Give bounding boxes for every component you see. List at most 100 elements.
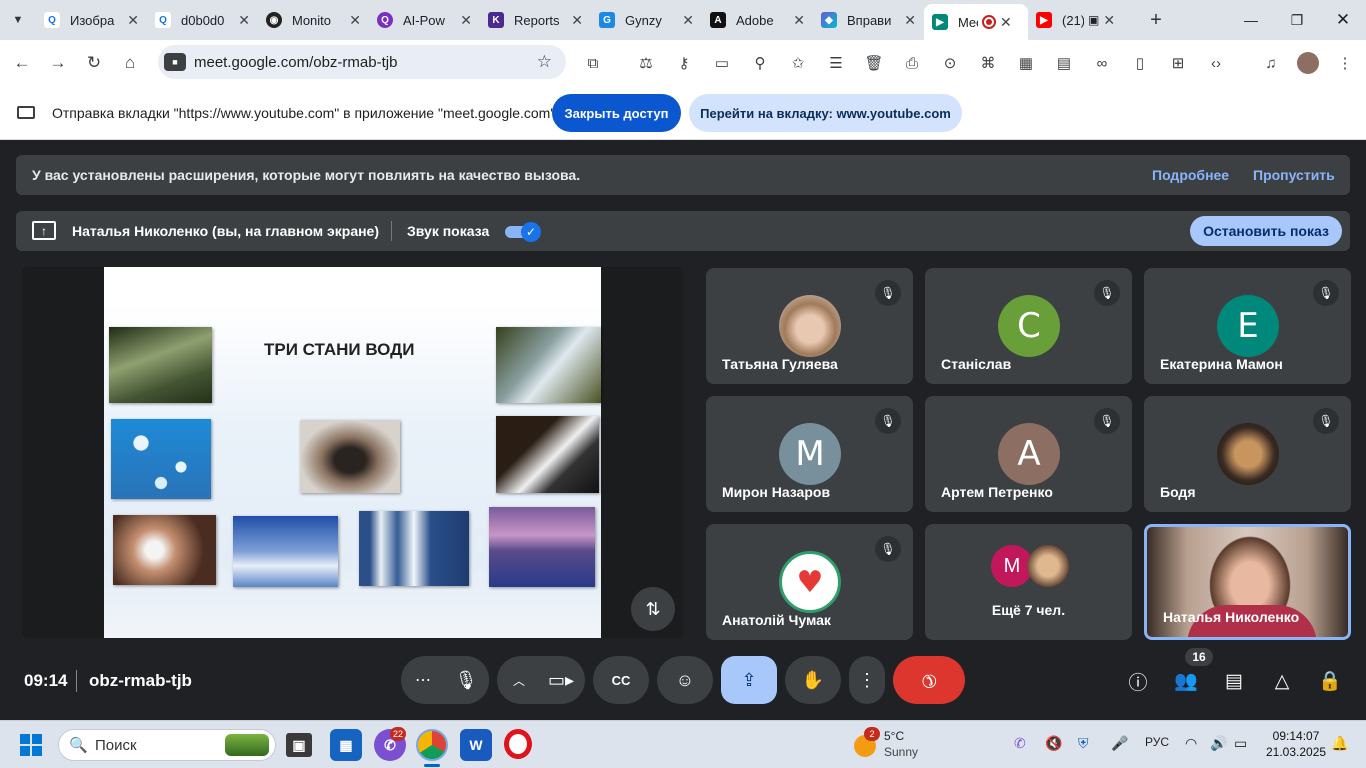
browser-tab-active[interactable]: ▶ Mee ✕	[924, 4, 1028, 40]
microphone-icon[interactable]: 🎙	[443, 656, 489, 704]
opera-icon[interactable]	[504, 729, 532, 759]
link-icon[interactable]: ∞	[1087, 40, 1117, 86]
favorites-icon[interactable]: ✩	[783, 40, 813, 86]
close-icon[interactable]: ✕	[682, 12, 694, 29]
close-icon[interactable]: ✕	[127, 12, 139, 29]
self-video-tile[interactable]: Наталья Николенко	[1144, 524, 1351, 640]
close-icon[interactable]: ✕	[349, 12, 361, 29]
key-icon[interactable]: ⚷	[669, 40, 699, 86]
card-icon[interactable]: ▭	[707, 40, 737, 86]
go-to-tab-button[interactable]: Перейти на вкладку: www.youtube.com	[689, 94, 962, 132]
location-icon[interactable]: ⚲	[745, 40, 775, 86]
raise-hand-button[interactable]: ✋	[785, 656, 841, 704]
screenshot-icon[interactable]: ⊙	[935, 40, 965, 86]
table-icon[interactable]: ⊞	[1163, 40, 1193, 86]
people-icon[interactable]: 👥	[1171, 666, 1201, 696]
share-audio-toggle[interactable]: ✓	[505, 222, 541, 242]
menu-dots-icon[interactable]: ⋮	[1330, 40, 1360, 86]
participant-tile[interactable]: 🎙 А Артем Петренко	[925, 396, 1132, 512]
language-indicator[interactable]: РУС	[1145, 735, 1169, 749]
participant-tile[interactable]: 🎙 М Мирон Назаров	[706, 396, 913, 512]
volume-icon[interactable]: 🔊	[1210, 735, 1227, 752]
profile-avatar[interactable]	[1293, 40, 1323, 86]
skip-link[interactable]: Пропустить	[1253, 167, 1335, 183]
extensions-icon[interactable]: ⧉	[578, 40, 608, 86]
code-icon[interactable]: ‹›	[1201, 40, 1231, 86]
translate-icon[interactable]: ⚖	[631, 40, 661, 86]
present-button[interactable]: ⇪	[721, 656, 777, 704]
participant-tile[interactable]: 🎙 Е Екатерина Мамон	[1144, 268, 1351, 384]
windows-start-icon[interactable]	[20, 734, 42, 756]
swap-layout-icon[interactable]: ⇅	[631, 587, 675, 631]
browser-tab[interactable]: ◆ Вправи ✕	[813, 0, 924, 40]
temperature[interactable]: 5°C	[884, 729, 904, 743]
reactions-button[interactable]: ☺	[657, 656, 713, 704]
reload-icon[interactable]: ↻	[76, 45, 112, 81]
participant-tile[interactable]: 🎙 Татьяна Гуляева	[706, 268, 913, 384]
notification-bell-icon[interactable]: 🔔	[1331, 735, 1348, 752]
audio-options-icon[interactable]: ⋯	[415, 670, 431, 690]
tab-search-button[interactable]: ▼	[0, 0, 36, 40]
wifi-icon[interactable]: ◠	[1185, 735, 1197, 752]
microphone-tray-icon[interactable]: 🎤	[1111, 735, 1128, 752]
browser-tab[interactable]: K Reports ✕	[480, 0, 591, 40]
forward-icon[interactable]: →	[40, 45, 76, 81]
new-tab-button[interactable]: +	[1139, 9, 1173, 32]
browser-tab[interactable]: Q Изобра ✕	[36, 0, 147, 40]
reading-list-icon[interactable]: ☰	[821, 40, 851, 86]
browser-tab[interactable]: G Gynzy ✕	[591, 0, 702, 40]
browser-tab[interactable]: Q AI-Pow ✕	[369, 0, 480, 40]
security-icon[interactable]: ⛨	[1078, 735, 1089, 752]
chrome-icon[interactable]	[416, 729, 448, 761]
close-access-button[interactable]: Закрыть доступ	[552, 94, 681, 132]
print-icon[interactable]: ⎙	[897, 40, 927, 86]
browser-tab[interactable]: ◉ Monito ✕	[258, 0, 369, 40]
close-icon[interactable]: ✕	[571, 12, 583, 29]
task-view-icon[interactable]: ▣	[286, 733, 312, 757]
browser-tab[interactable]: A Adobe ✕	[702, 0, 813, 40]
close-icon[interactable]: ✕	[904, 12, 916, 29]
participant-tile[interactable]: 🎙 Бодя	[1144, 396, 1351, 512]
bookmark-star-icon[interactable]: ☆	[537, 52, 552, 72]
trash-icon[interactable]: 🗑	[859, 40, 889, 86]
participant-tile[interactable]: 🎙 С Станіслав	[925, 268, 1132, 384]
close-icon[interactable]: ✕	[1103, 12, 1115, 29]
reader-mode-icon[interactable]: ▤	[1049, 40, 1079, 86]
word-icon[interactable]: W	[460, 729, 492, 761]
host-controls-icon[interactable]: 🔒	[1315, 666, 1345, 696]
restore-icon[interactable]: ❐	[1274, 0, 1320, 40]
qr-code-icon[interactable]: ▦	[1011, 40, 1041, 86]
battery-icon[interactable]: ▭	[1234, 735, 1247, 752]
browser-tab[interactable]: ▶ (21) ▣ ✕	[1028, 0, 1139, 40]
leave-call-button[interactable]: ✆	[893, 656, 965, 704]
back-icon[interactable]: ←	[4, 45, 40, 81]
learn-more-link[interactable]: Подробнее	[1152, 167, 1229, 183]
system-clock[interactable]: 09:14:07 21.03.2025	[1266, 728, 1326, 760]
address-bar[interactable]: ■ meet.google.com/obz-rmab-tjb ☆	[158, 45, 566, 79]
minimize-icon[interactable]: —	[1228, 0, 1274, 40]
home-icon[interactable]: ⌂	[112, 45, 148, 81]
close-icon[interactable]: ✕	[460, 12, 472, 29]
speaker-muted-icon[interactable]: 🔇	[1045, 735, 1062, 752]
more-participants-tile[interactable]: М Ещё 7 чел.	[925, 524, 1132, 640]
media-control-icon[interactable]: ♫	[1256, 40, 1286, 86]
camera-icon[interactable]: ▭▸	[543, 668, 579, 692]
chat-icon[interactable]: ▤	[1219, 666, 1249, 696]
store-icon[interactable]: ▦	[330, 729, 362, 761]
captions-button[interactable]: CC	[593, 656, 649, 704]
viber-tray-icon[interactable]: ✆	[1014, 735, 1026, 752]
chevron-up-icon[interactable]: ︿	[513, 672, 525, 689]
info-icon[interactable]: ⓘ	[1123, 666, 1153, 696]
close-icon[interactable]: ✕	[1000, 14, 1012, 31]
browser-tab[interactable]: Q d0b0d0 ✕	[147, 0, 258, 40]
translate-page-icon[interactable]: ⌘	[973, 40, 1003, 86]
stop-presenting-button[interactable]: Остановить показ	[1190, 216, 1342, 246]
more-options-button[interactable]: ⋮	[849, 656, 885, 704]
taskbar-search[interactable]: 🔍 Поиск	[58, 729, 276, 761]
close-icon[interactable]: ✕	[793, 12, 805, 29]
activities-icon[interactable]: △	[1267, 666, 1297, 696]
participant-tile[interactable]: 🎙 ♥ Анатолій Чумак	[706, 524, 913, 640]
close-icon[interactable]: ✕	[238, 12, 250, 29]
devices-icon[interactable]: ▯	[1125, 40, 1155, 86]
window-close-icon[interactable]: ✕	[1320, 0, 1366, 40]
